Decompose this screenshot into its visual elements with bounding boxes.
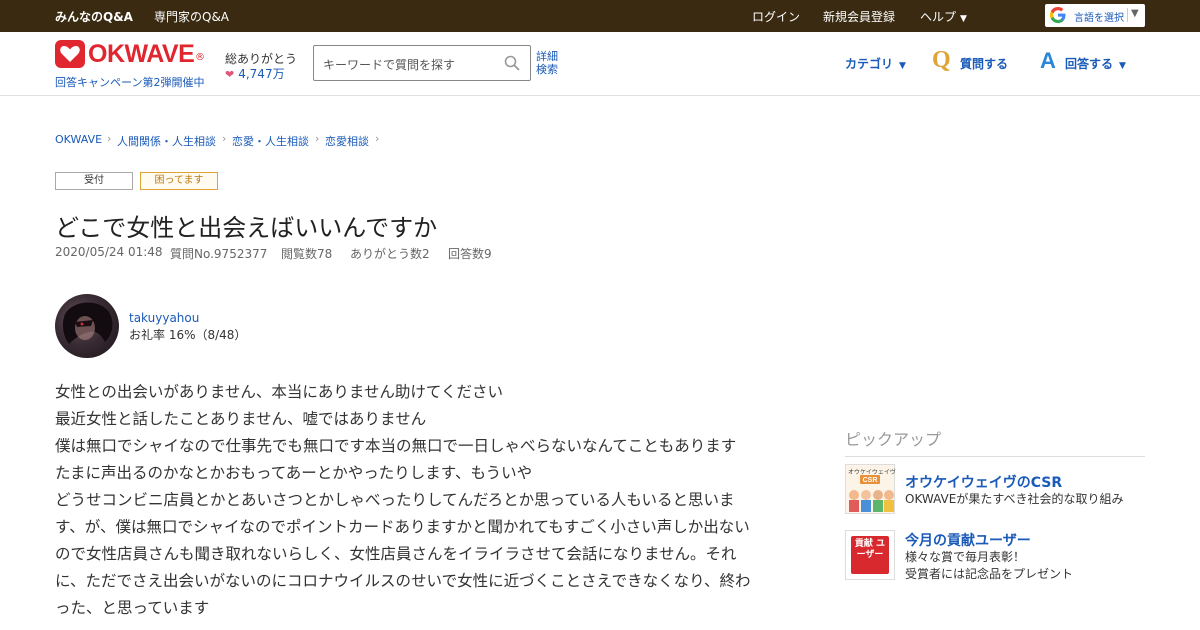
registered-mark-icon: ® — [195, 52, 205, 63]
answer-count: 回答数9 — [448, 247, 492, 261]
chevron-down-icon: ▼ — [1131, 8, 1139, 19]
author-thanks-rate: お礼率 16%（8/48） — [129, 328, 247, 342]
pickup-csr-title[interactable]: オウケイウェイヴのCSR — [905, 472, 1062, 492]
answer-menu[interactable]: 回答する ▼ — [1065, 55, 1126, 72]
heart-icon: ❤ — [225, 68, 235, 81]
link-everyone-qa[interactable]: みんなのQ&A — [55, 8, 133, 25]
divider — [1127, 8, 1128, 22]
body-line: どうせコンビニ店員とかとあいさつとかしゃべったりしてんだろとか思っている人もいる… — [55, 491, 735, 509]
question-title: どこで女性と出会えばいいんですか — [55, 214, 438, 242]
login-link[interactable]: ログイン — [752, 8, 800, 25]
link-expert-qa[interactable]: 専門家のQ&A — [154, 8, 229, 25]
chevron-down-icon: ▼ — [1119, 61, 1126, 71]
search-icon[interactable] — [504, 55, 520, 71]
logo-text: OKWAVE — [88, 40, 195, 68]
help-label: ヘルプ — [920, 10, 957, 24]
body-line: ので女性店員さんも聞き取れないらしく、女性店員さんをイライラさせて会話になりませ… — [55, 545, 737, 563]
question-number: 質問No.9752377 — [170, 247, 268, 261]
question-icon: Q — [932, 47, 951, 73]
language-selector[interactable]: 言語を選択 ▼ — [1045, 4, 1145, 27]
pickup-contributor-title[interactable]: 今月の貢献ユーザー — [905, 530, 1031, 550]
top-bar: みんなのQ&A 専門家のQ&A ログイン 新規会員登録 ヘルプ ▼ 言語を選択 ▼ — [0, 0, 1200, 32]
total-thanks-value: ❤ 4,747万 — [225, 65, 285, 82]
csr-thumbnail[interactable]: オウケイウェイヴ CSR — [845, 464, 896, 514]
pickup-csr-desc: OKWAVEが果たすべき社会的な取り組み — [905, 492, 1124, 506]
chevron-right-icon: › — [315, 132, 320, 145]
google-icon — [1050, 7, 1066, 23]
avatar-image — [62, 302, 113, 344]
chevron-right-icon: › — [222, 132, 227, 145]
search-input[interactable]: キーワードで質問を探す — [313, 45, 531, 81]
advanced-search-link[interactable]: 詳細検索 — [536, 50, 562, 76]
contributor-thumbnail[interactable]: 貢献 ユーザー — [845, 530, 895, 580]
thanks-count: ありがとう数2 — [350, 247, 430, 261]
search-placeholder: キーワードで質問を探す — [323, 58, 456, 72]
chevron-down-icon: ▼ — [899, 61, 906, 71]
body-line: に、ただでさえ出会いがないのにコロナウイルスのせいで女性に近づくことさえできなく… — [55, 572, 751, 590]
svg-text:CSR: CSR — [863, 477, 878, 484]
chevron-down-icon: ▼ — [960, 14, 967, 24]
question-date: 2020/05/24 01:48 — [55, 245, 163, 259]
campaign-link[interactable]: 回答キャンペーン第2弾開催中 — [55, 74, 204, 90]
breadcrumb-item[interactable]: 人間関係・人生相談 — [117, 133, 216, 149]
body-line: った、と思っています — [55, 599, 210, 617]
body-line: 女性との出会いがありません、本当にありません助けてください — [55, 383, 503, 401]
okwave-logo[interactable]: OKWAVE ® — [55, 40, 207, 70]
category-menu[interactable]: カテゴリ ▼ — [845, 55, 906, 72]
body-line: 最近女性と話したことありません、嘘ではありません — [55, 410, 427, 428]
status-badge-trouble: 困ってます — [140, 172, 218, 190]
body-line: たまに声出るのかなとかおもってあーとかやったりします、もういや — [55, 464, 533, 482]
ask-question-button[interactable]: 質問する — [960, 55, 1008, 72]
view-count: 閲覧数78 — [281, 247, 333, 261]
register-link[interactable]: 新規会員登録 — [823, 8, 895, 25]
status-badge-accepting: 受付 — [55, 172, 133, 190]
help-menu[interactable]: ヘルプ ▼ — [920, 8, 967, 25]
breadcrumb-item[interactable]: OKWAVE — [55, 133, 102, 146]
site-header: OKWAVE ® 回答キャンペーン第2弾開催中 総ありがとう ❤ 4,747万 キ… — [0, 32, 1200, 96]
answer-label: 回答する — [1065, 57, 1114, 71]
pickup-heading: ピックアップ — [845, 426, 1145, 457]
avatar[interactable] — [55, 294, 119, 358]
thanks-count: 4,747万 — [238, 67, 285, 81]
contributor-badge-label: 貢献 ユーザー — [854, 539, 886, 560]
pickup-contributor-desc2: 受賞者には記念品をプレゼント — [905, 567, 1074, 581]
contributor-badge-icon: 貢献 ユーザー — [851, 536, 889, 574]
body-line: す、が、僕は無口でシャイなのでポイントカードありますかと聞かれてもすごく小さい声… — [55, 518, 750, 536]
pickup-contributor-desc: 様々な賞で毎月表彰！ — [905, 550, 1026, 564]
author-name[interactable]: takuyyahou — [129, 311, 199, 325]
body-line: 僕は無口でシャイなので仕事先でも無口です本当の無口で一日しゃべらないなんてことも… — [55, 437, 737, 455]
breadcrumb-item[interactable]: 恋愛相談 — [325, 133, 369, 149]
breadcrumb-item[interactable]: 恋愛・人生相談 — [232, 133, 309, 149]
category-label: カテゴリ — [845, 57, 894, 71]
chevron-right-icon: › — [107, 132, 112, 145]
chevron-right-icon: › — [375, 132, 380, 145]
people-icon: CSR — [849, 475, 894, 512]
language-label: 言語を選択 — [1074, 13, 1124, 24]
question-body: 女性との出会いがありません、本当にありません助けてください 最近女性と話したこと… — [55, 379, 780, 622]
answer-icon: A — [1040, 48, 1056, 73]
